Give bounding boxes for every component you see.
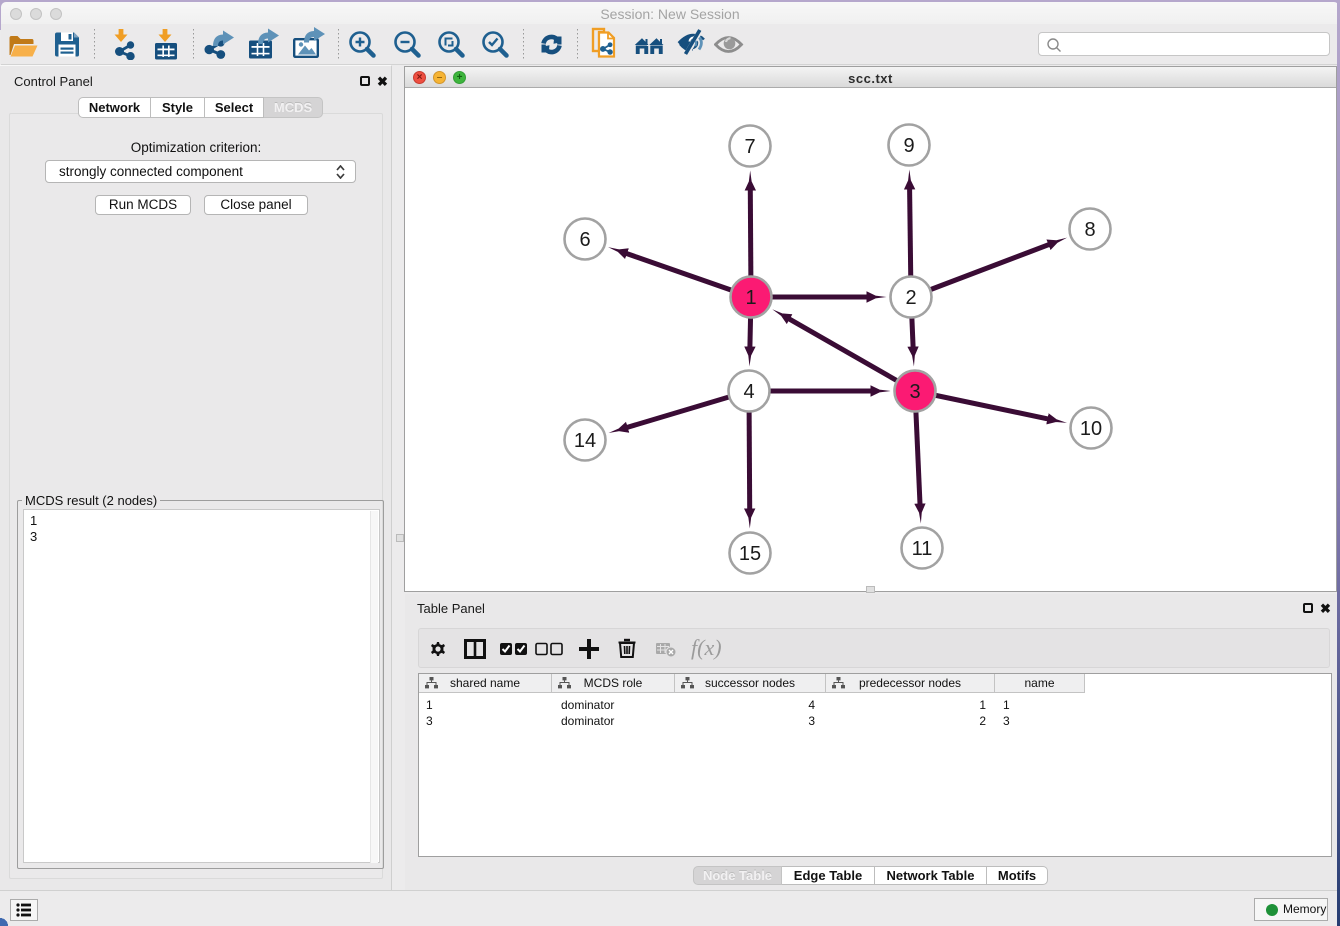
svg-text:10: 10	[1080, 418, 1102, 440]
svg-text:14: 14	[574, 430, 596, 452]
svg-text:8: 8	[1084, 219, 1095, 241]
svg-text:15: 15	[739, 543, 761, 565]
svg-text:9: 9	[903, 135, 914, 157]
svg-text:11: 11	[912, 538, 933, 560]
svg-text:7: 7	[744, 136, 755, 158]
svg-text:6: 6	[579, 229, 590, 251]
svg-text:4: 4	[743, 381, 754, 403]
svg-text:1: 1	[745, 287, 756, 309]
svg-text:3: 3	[909, 381, 920, 403]
svg-text:2: 2	[905, 287, 916, 309]
